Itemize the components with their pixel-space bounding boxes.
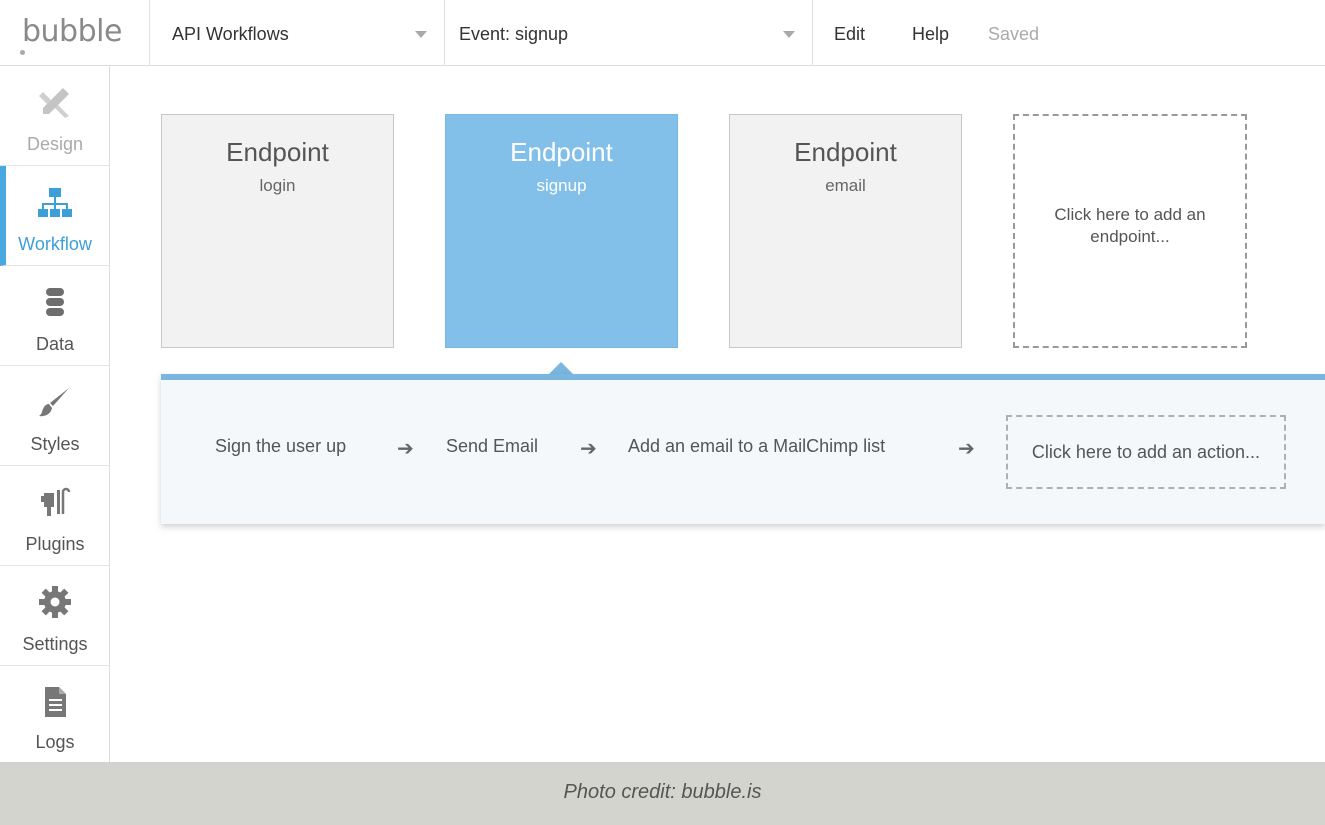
sidebar-item-settings[interactable]: Settings	[0, 566, 110, 666]
brush-icon	[39, 388, 69, 417]
photo-credit: Photo credit: bubble.is	[563, 781, 762, 803]
sidebar-item-label: Settings	[22, 634, 88, 654]
top-bar: bubble API Workflows Event: signup Edit …	[0, 0, 1325, 66]
endpoint-title: Endpoint	[794, 137, 897, 167]
sidebar-item-design[interactable]: Design	[0, 66, 110, 166]
sidebar-item-label: Logs	[35, 732, 75, 752]
plug-icon	[41, 487, 71, 516]
help-menu[interactable]: Help	[912, 24, 949, 45]
sidebar-item-label: Workflow	[18, 234, 92, 254]
workflow-type-dropdown[interactable]: API Workflows	[150, 0, 445, 66]
sidebar: Design Workflow Data Styles Plugins Sett…	[0, 66, 110, 762]
sidebar-item-workflow[interactable]: Workflow	[0, 166, 110, 266]
endpoint-name: signup	[536, 176, 587, 195]
add-endpoint-label: Click here to add an endpoint...	[1054, 205, 1206, 246]
arrow-right-icon: ➔	[958, 438, 975, 460]
action-step[interactable]: Sign the user up	[215, 436, 346, 457]
arrow-right-icon: ➔	[397, 438, 414, 460]
gear-icon	[39, 586, 71, 618]
action-step[interactable]: Add an email to a MailChimp list	[628, 436, 885, 457]
logo-text: bubble	[22, 14, 122, 49]
add-endpoint-button[interactable]: Click here to add an endpoint...	[1013, 114, 1247, 348]
sidebar-item-label: Styles	[30, 434, 80, 454]
endpoint-card-login[interactable]: Endpoint login	[161, 114, 394, 348]
save-status: Saved	[988, 24, 1040, 44]
logo-dot	[20, 50, 25, 55]
endpoint-title: Endpoint	[226, 137, 329, 167]
sidebar-item-data[interactable]: Data	[0, 266, 110, 366]
sidebar-item-label: Plugins	[25, 534, 85, 554]
sidebar-item-label: Data	[35, 334, 75, 354]
sidebar-item-label: Design	[26, 134, 84, 154]
chevron-down-icon	[783, 31, 795, 38]
sidebar-item-plugins[interactable]: Plugins	[0, 466, 110, 566]
add-action-label: Click here to add an action...	[1031, 441, 1261, 462]
edit-menu[interactable]: Edit	[834, 24, 865, 45]
endpoint-card-signup[interactable]: Endpoint signup	[445, 114, 678, 348]
sidebar-item-styles[interactable]: Styles	[0, 366, 110, 466]
photo-credit-bar: Photo credit: bubble.is	[0, 762, 1325, 825]
workflow-icon	[38, 188, 72, 217]
document-icon	[45, 687, 66, 717]
design-icon	[39, 88, 69, 118]
database-icon	[46, 288, 64, 316]
endpoint-title: Endpoint	[510, 137, 613, 167]
workflow-type-value: API Workflows	[172, 24, 289, 44]
arrow-right-icon: ➔	[580, 438, 597, 460]
add-action-button[interactable]: Click here to add an action...	[1006, 415, 1286, 489]
endpoint-name: email	[825, 176, 866, 195]
sidebar-item-logs[interactable]: Logs	[0, 666, 110, 766]
event-dropdown[interactable]: Event: signup	[445, 0, 813, 66]
endpoint-card-email[interactable]: Endpoint email	[729, 114, 962, 348]
chevron-down-icon	[415, 31, 427, 38]
action-step[interactable]: Send Email	[446, 436, 538, 457]
event-value: Event: signup	[459, 24, 569, 44]
bubble-logo[interactable]: bubble	[0, 0, 150, 66]
endpoint-name: login	[259, 176, 296, 195]
